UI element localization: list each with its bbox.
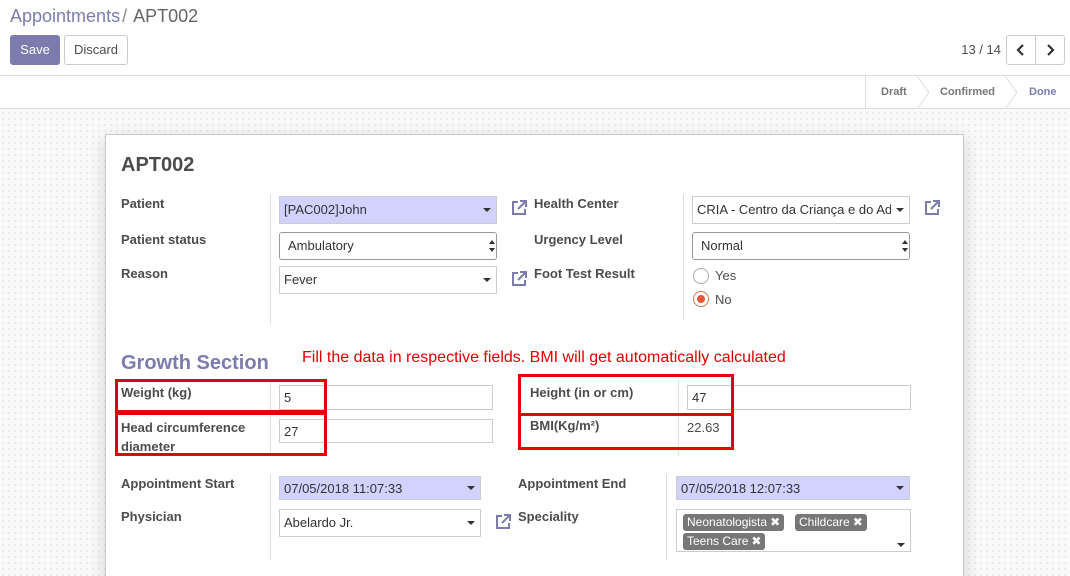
urgency-level-select[interactable]: Normal <box>692 232 910 260</box>
status-arrow-separator <box>917 76 930 109</box>
speciality-label: Speciality <box>518 509 579 524</box>
breadcrumb-current: APT002 <box>133 6 199 26</box>
speciality-tag: Neonatologista ✖ <box>683 514 785 531</box>
column-divider <box>683 194 684 320</box>
patient-field[interactable]: [PAC002]John <box>279 196 497 224</box>
growth-section-note: Fill the data in respective fields. BMI … <box>302 349 786 366</box>
select-arrows-icon <box>902 240 908 252</box>
foot-test-yes-radio[interactable] <box>693 268 709 284</box>
highlight-box-weight <box>115 379 327 413</box>
save-button[interactable]: Save <box>10 35 60 65</box>
appointment-end-label: Appointment End <box>518 476 627 491</box>
chevron-down-icon <box>467 521 475 525</box>
status-arrow-separator <box>1005 76 1018 109</box>
pager-previous-button[interactable] <box>1006 35 1036 65</box>
health-center-value: CRIA - Centro da Criança e do Adolescent… <box>697 202 891 217</box>
foot-test-label: Foot Test Result <box>534 266 635 281</box>
chevron-down-icon <box>897 543 905 547</box>
pager-value[interactable]: 13 / 14 <box>961 42 1001 57</box>
column-divider <box>666 474 667 560</box>
speciality-tag-label: Neonatologista <box>687 515 768 529</box>
breadcrumb: Appointments / APT002 <box>10 6 198 27</box>
appointment-end-field[interactable]: 07/05/2018 12:07:33 <box>676 476 910 500</box>
status-done[interactable]: Done <box>1029 76 1057 109</box>
appointment-end-value: 07/05/2018 12:07:33 <box>681 481 801 496</box>
status-confirmed[interactable]: Confirmed <box>940 76 995 109</box>
growth-section-title: Growth Section <box>121 352 269 374</box>
patient-status-label: Patient status <box>121 232 207 247</box>
statusbar-divider <box>865 76 866 109</box>
physician-field[interactable]: Abelardo Jr. <box>279 509 481 537</box>
speciality-tag: Childcare ✖ <box>795 514 867 531</box>
patient-value: [PAC002]John <box>284 202 367 217</box>
external-link-icon[interactable] <box>923 199 941 217</box>
chevron-down-icon <box>483 208 491 212</box>
close-icon[interactable]: ✖ <box>853 515 863 529</box>
discard-button[interactable]: Discard <box>64 35 128 65</box>
foot-test-no-radio[interactable] <box>693 291 709 307</box>
patient-label: Patient <box>121 196 165 211</box>
pager-next-button[interactable] <box>1035 35 1065 65</box>
chevron-down-icon <box>896 208 904 212</box>
patient-status-select[interactable]: Ambulatory <box>279 232 497 260</box>
reason-field[interactable]: Fever <box>279 266 497 294</box>
select-arrows-icon <box>489 240 495 252</box>
speciality-tag-label: Childcare <box>799 515 850 529</box>
urgency-level-value: Normal <box>701 238 743 253</box>
reason-label: Reason <box>121 266 168 281</box>
highlight-box-height <box>518 374 734 416</box>
status-bar: Draft Confirmed Done <box>0 76 1070 109</box>
patient-status-value: Ambulatory <box>288 238 354 253</box>
column-divider <box>270 194 271 324</box>
foot-test-no-label: No <box>715 292 732 307</box>
chevron-right-icon <box>1047 44 1055 56</box>
physician-label: Physician <box>121 509 182 524</box>
physician-value: Abelardo Jr. <box>284 515 354 530</box>
external-link-icon[interactable] <box>510 199 528 217</box>
status-draft[interactable]: Draft <box>881 76 907 109</box>
highlight-box-head-circumference <box>115 412 327 456</box>
breadcrumb-appointments-link[interactable]: Appointments <box>10 6 120 26</box>
appointment-start-label: Appointment Start <box>121 476 235 491</box>
reason-value: Fever <box>284 272 318 287</box>
close-icon[interactable]: ✖ <box>770 515 780 529</box>
external-link-icon[interactable] <box>510 270 528 288</box>
chevron-down-icon <box>896 486 904 490</box>
chevron-down-icon <box>467 486 475 490</box>
speciality-tag-label: Teens Care <box>687 534 749 548</box>
column-divider <box>270 474 271 560</box>
chevron-left-icon <box>1016 44 1024 56</box>
form-title: APT002 <box>121 154 195 176</box>
external-link-icon[interactable] <box>494 513 512 531</box>
health-center-field[interactable]: CRIA - Centro da Criança e do Adolescent… <box>692 196 910 224</box>
foot-test-yes-label: Yes <box>715 268 737 283</box>
control-panel: Appointments / APT002 Save Discard 13 / 14 <box>0 0 1070 76</box>
chevron-down-icon <box>483 278 491 282</box>
speciality-tag: Teens Care ✖ <box>683 533 766 550</box>
highlight-box-bmi <box>518 413 734 450</box>
appointment-start-value: 07/05/2018 11:07:33 <box>284 481 403 496</box>
breadcrumb-separator: / <box>122 6 128 26</box>
appointment-start-field[interactable]: 07/05/2018 11:07:33 <box>279 476 481 500</box>
urgency-level-label: Urgency Level <box>534 232 623 247</box>
close-icon[interactable]: ✖ <box>751 534 761 548</box>
health-center-label: Health Center <box>534 196 619 211</box>
